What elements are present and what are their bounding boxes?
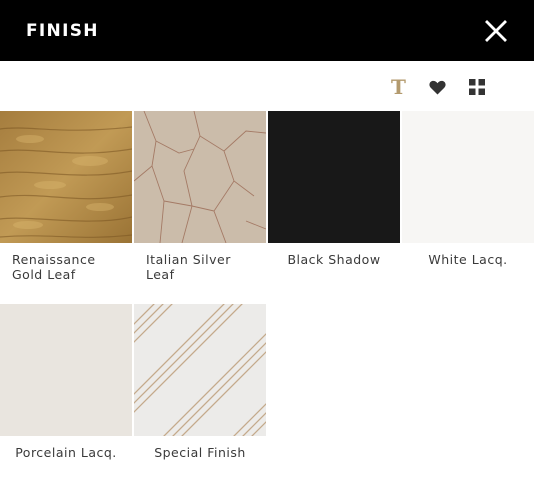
panel-title: FINISH <box>26 20 99 41</box>
finish-item-italian-silver-leaf[interactable]: Italian Silver Leaf <box>134 111 266 282</box>
text-view-button[interactable]: T <box>379 74 418 100</box>
heart-icon <box>429 80 446 94</box>
finish-label: Porcelain Lacq. <box>15 445 117 460</box>
finish-item-white-lacq[interactable]: White Lacq. <box>402 111 534 267</box>
special-finish-swatch <box>134 304 266 436</box>
view-toolbar: T <box>379 74 496 100</box>
gold-leaf-swatch <box>0 111 132 243</box>
grid-icon <box>468 79 485 95</box>
finish-item-renaissance-gold-leaf[interactable]: Renaissance Gold Leaf <box>0 111 132 282</box>
white-lacq-swatch <box>402 111 534 243</box>
favorites-button[interactable] <box>418 74 457 100</box>
grid-view-button[interactable] <box>457 74 496 100</box>
close-icon <box>485 19 507 42</box>
finish-panel-header: FINISH <box>0 0 534 61</box>
finish-item-special-finish[interactable]: Special Finish <box>134 304 266 460</box>
finish-label: White Lacq. <box>428 252 508 267</box>
finish-label: Renaissance Gold Leaf <box>12 252 96 282</box>
black-shadow-swatch <box>268 111 400 243</box>
finish-label: Black Shadow <box>287 252 381 267</box>
porcelain-lacq-swatch <box>0 304 132 436</box>
close-button[interactable] <box>484 19 508 43</box>
text-t-icon: T <box>391 75 406 99</box>
finish-label: Special Finish <box>154 445 246 460</box>
finish-label: Italian Silver Leaf <box>146 252 231 282</box>
finish-item-black-shadow[interactable]: Black Shadow <box>268 111 400 267</box>
finish-item-porcelain-lacq[interactable]: Porcelain Lacq. <box>0 304 132 460</box>
silver-leaf-swatch <box>134 111 266 243</box>
